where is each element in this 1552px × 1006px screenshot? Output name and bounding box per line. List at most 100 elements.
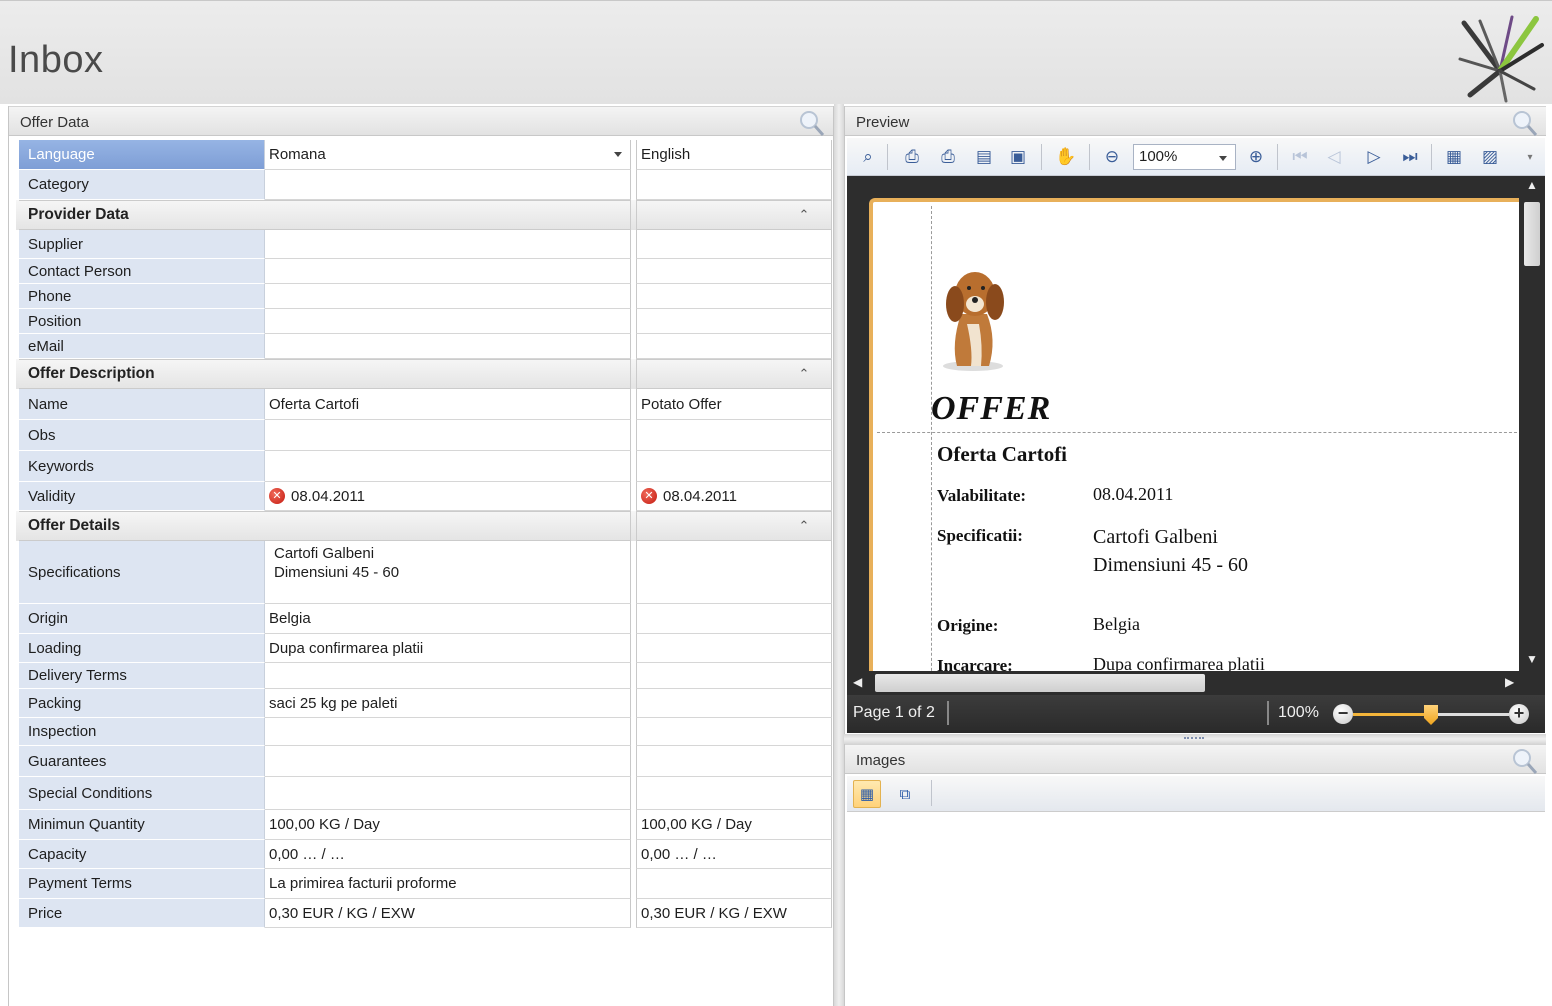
loading-field-2[interactable]: [636, 634, 832, 663]
special-conditions-field[interactable]: [265, 777, 631, 810]
zoom-out-icon[interactable]: ⊖: [1101, 146, 1123, 168]
print-icon[interactable]: ⎙: [937, 146, 959, 168]
supplier-field[interactable]: [265, 230, 631, 259]
zoom-slider-knob[interactable]: [1424, 705, 1438, 725]
origin-field[interactable]: Belgia: [265, 604, 631, 634]
guarantees-row: Guarantees: [16, 746, 832, 777]
packing-field[interactable]: saci 25 kg pe paleti: [265, 689, 631, 718]
search-icon[interactable]: [1510, 109, 1538, 137]
specifications-field-2[interactable]: [636, 541, 832, 604]
keywords-field-2[interactable]: [636, 451, 832, 482]
minimum-quantity-field-2[interactable]: 100,00 KG / Day: [636, 810, 832, 840]
zoom-plus-icon[interactable]: +: [1509, 704, 1529, 724]
guarantees-field[interactable]: [265, 746, 631, 777]
packing-field-2[interactable]: [636, 689, 832, 718]
search-icon[interactable]: [797, 109, 825, 137]
scroll-thumb[interactable]: [875, 674, 1205, 692]
zoom-in-icon[interactable]: ⊕: [1245, 146, 1267, 168]
delivery-terms-field-2[interactable]: [636, 663, 832, 689]
document-field-label: Origine:: [937, 616, 999, 635]
last-page-icon[interactable]: ⏭: [1399, 146, 1421, 168]
horizontal-scrollbar[interactable]: ◀ ▶: [847, 671, 1545, 695]
page-color-icon[interactable]: ▨: [1479, 146, 1501, 168]
page-setup-icon[interactable]: ▤: [973, 146, 995, 168]
document-field-label: Valabilitate:: [937, 486, 1027, 505]
section-provider-data[interactable]: Provider Data ⌃: [16, 200, 832, 230]
search-icon[interactable]: [1510, 747, 1538, 775]
specifications-field[interactable]: Cartofi Galbeni Dimensiuni 45 - 60: [265, 541, 631, 604]
zoom-select[interactable]: 100%: [1133, 144, 1236, 170]
add-image-icon[interactable]: ⧉: [891, 780, 919, 808]
scroll-right-icon[interactable]: ▶: [1505, 675, 1514, 689]
vertical-scrollbar[interactable]: ▲ ▼: [1519, 176, 1545, 671]
row-label: Supplier: [19, 230, 265, 259]
multiple-pages-icon[interactable]: ▦: [1443, 146, 1465, 168]
delivery-terms-field[interactable]: [265, 663, 631, 689]
name-field[interactable]: Oferta Cartofi: [265, 389, 631, 420]
obs-field-2[interactable]: [636, 420, 832, 451]
contact-person-field-2[interactable]: [636, 259, 832, 284]
special-conditions-field-2[interactable]: [636, 777, 832, 810]
hand-tool-icon[interactable]: ✋: [1055, 146, 1077, 168]
guarantees-field-2[interactable]: [636, 746, 832, 777]
overflow-icon[interactable]: ▾: [1519, 146, 1541, 168]
position-field-2[interactable]: [636, 309, 832, 334]
images-toolbar: ▦ ⧉: [847, 776, 1545, 812]
document-viewer[interactable]: OFFER Oferta Cartofi Valabilitate: 08.04…: [847, 176, 1519, 671]
collapse-icon[interactable]: ⌃: [799, 207, 810, 223]
language-select[interactable]: Romana: [265, 140, 631, 170]
scroll-left-icon[interactable]: ◀: [853, 675, 862, 689]
price-field-2[interactable]: 0,30 EUR / KG / EXW: [636, 899, 832, 928]
row-label[interactable]: Language: [19, 140, 265, 170]
email-field-2[interactable]: [636, 334, 832, 359]
capacity-field-2[interactable]: 0,00 … / …: [636, 840, 832, 869]
section-offer-description[interactable]: Offer Description ⌃: [16, 359, 832, 389]
scroll-down-icon[interactable]: ▼: [1526, 652, 1538, 666]
document-page: OFFER Oferta Cartofi Valabilitate: 08.04…: [869, 198, 1519, 671]
keywords-field[interactable]: [265, 451, 631, 482]
export-icon[interactable]: ▣: [1007, 146, 1029, 168]
capacity-field[interactable]: 0,00 … / …: [265, 840, 631, 869]
previous-page-icon[interactable]: ◁: [1323, 146, 1345, 168]
phone-field-2[interactable]: [636, 284, 832, 309]
inspection-field[interactable]: [265, 718, 631, 746]
offer-data-header: Offer Data: [9, 106, 833, 136]
zoom-slider[interactable]: − +: [1333, 704, 1529, 726]
find-icon[interactable]: ⌕: [857, 146, 879, 168]
collapse-icon[interactable]: ⌃: [799, 366, 810, 382]
position-field[interactable]: [265, 309, 631, 334]
email-field[interactable]: [265, 334, 631, 359]
inspection-field-2[interactable]: [636, 718, 832, 746]
vertical-splitter[interactable]: [834, 104, 844, 1006]
validity-field-2[interactable]: ✕ 08.04.2011: [636, 482, 832, 511]
scroll-thumb[interactable]: [1524, 202, 1540, 266]
section-title: Offer Details: [19, 511, 631, 541]
name-field-2[interactable]: Potato Offer: [636, 389, 832, 420]
row-label: Delivery Terms: [19, 663, 265, 689]
first-page-icon[interactable]: ⏮: [1289, 146, 1311, 168]
next-page-icon[interactable]: ▷: [1363, 146, 1385, 168]
collapse-icon[interactable]: ⌃: [799, 518, 810, 534]
zoom-minus-icon[interactable]: −: [1333, 704, 1353, 724]
category-field[interactable]: [265, 170, 631, 200]
loading-field[interactable]: Dupa confirmarea platii: [265, 634, 631, 663]
chevron-down-icon[interactable]: [1219, 156, 1227, 161]
horizontal-splitter[interactable]: [844, 734, 1546, 744]
price-field[interactable]: 0,30 EUR / KG / EXW: [265, 899, 631, 928]
origin-field-2[interactable]: [636, 604, 832, 634]
chevron-down-icon[interactable]: [614, 152, 622, 157]
category-field-2[interactable]: [636, 170, 832, 200]
obs-field[interactable]: [265, 420, 631, 451]
scroll-up-icon[interactable]: ▲: [1526, 178, 1538, 192]
thumbnail-view-icon[interactable]: ▦: [853, 780, 881, 808]
contact-person-field[interactable]: [265, 259, 631, 284]
phone-field[interactable]: [265, 284, 631, 309]
print-options-icon[interactable]: ⎙: [901, 146, 923, 168]
page-indicator: Page 1 of 2: [853, 704, 935, 721]
validity-field[interactable]: ✕ 08.04.2011: [265, 482, 631, 511]
supplier-field-2[interactable]: [636, 230, 832, 259]
section-offer-details[interactable]: Offer Details ⌃: [16, 511, 832, 541]
minimum-quantity-field[interactable]: 100,00 KG / Day: [265, 810, 631, 840]
payment-terms-field[interactable]: La primirea facturii proforme: [265, 869, 631, 899]
payment-terms-field-2[interactable]: [636, 869, 832, 899]
